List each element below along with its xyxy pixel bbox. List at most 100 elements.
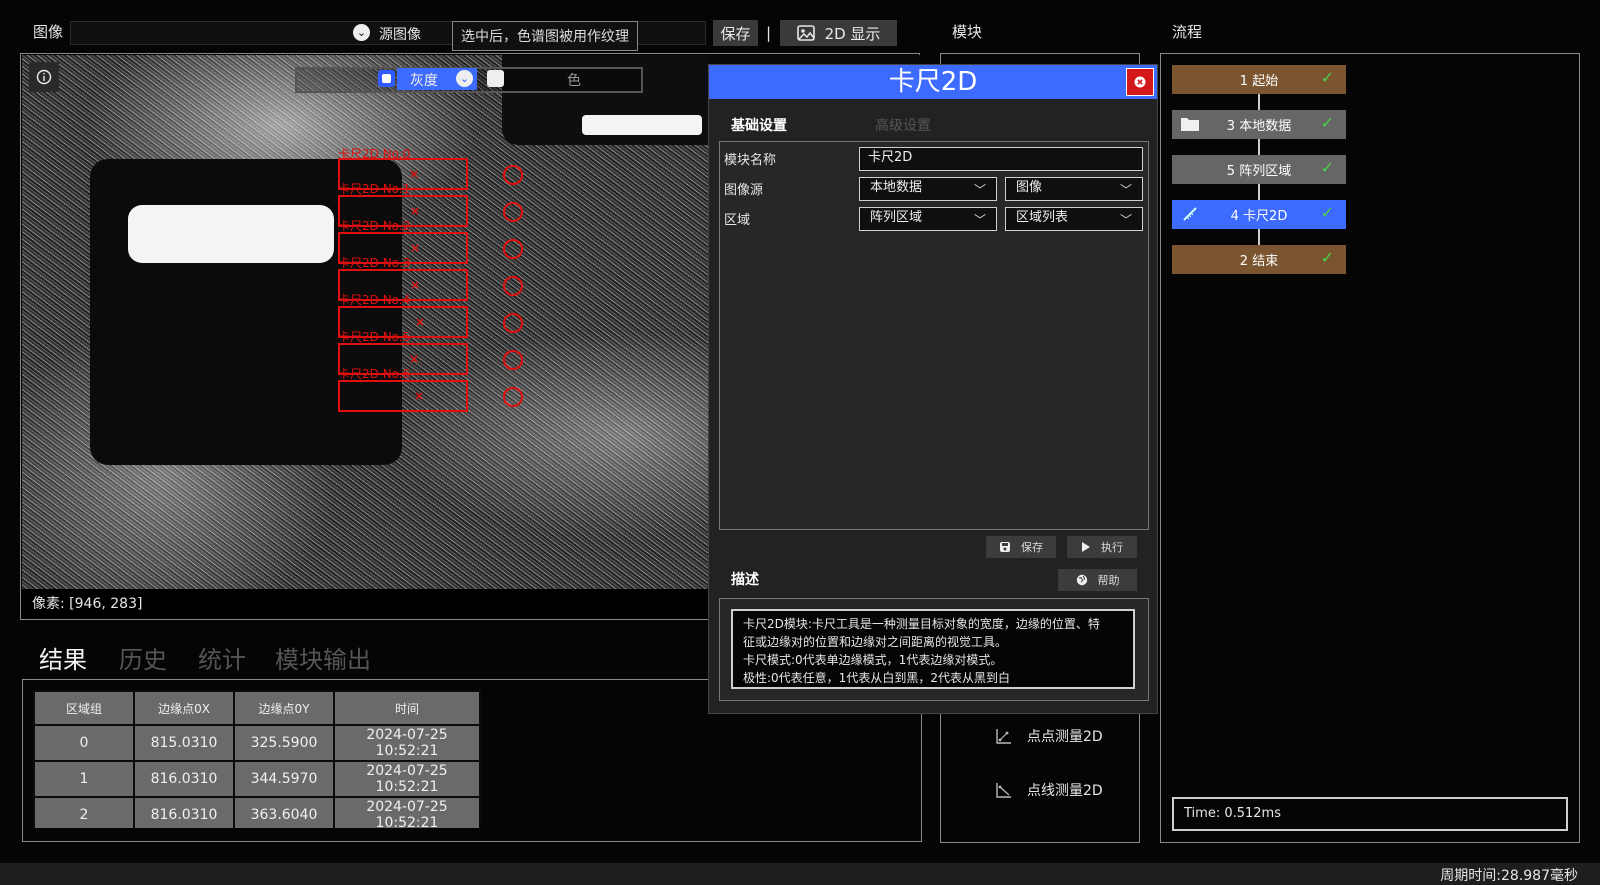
description-box[interactable]: 卡尺2D模块:卡尺工具是一种测量目标对象的宽度，边缘的位置、特 征或边缘对的位置…	[731, 609, 1135, 689]
chevron-down-icon[interactable]: ⌄	[353, 24, 370, 41]
color-label: 色	[567, 73, 581, 89]
status-bar	[0, 863, 1600, 885]
description-header: 描述	[731, 572, 759, 588]
roi-circle[interactable]	[503, 313, 523, 333]
image-source-output-select[interactable]: 图像 ﹀	[1005, 177, 1143, 201]
display-2d-label: 2D 显示	[824, 24, 881, 43]
image-source-output-value: 图像	[1016, 180, 1043, 195]
region-list-select[interactable]: 区域列表 ﹀	[1005, 207, 1143, 231]
dialog-title-bar[interactable]: 卡尺2D	[709, 65, 1157, 99]
help-label: 帮助	[1097, 574, 1120, 587]
description-line: 卡尺模式:0代表单边缘模式，1代表边缘对模式。	[743, 653, 1003, 667]
roi-circle[interactable]	[503, 350, 523, 370]
point-line-measure-icon	[996, 783, 1011, 798]
flow-header: 流程	[1172, 23, 1203, 41]
flow-connector	[1258, 94, 1260, 110]
flow-node-local-data[interactable]: 3 本地数据 ✓	[1172, 110, 1346, 139]
image-source-value: 本地数据	[870, 180, 923, 195]
close-button[interactable]	[1126, 68, 1154, 96]
bright-slot	[582, 115, 702, 135]
roi-label: 卡尺2D No.1	[338, 182, 411, 196]
display-2d-button[interactable]: 2D 显示	[780, 20, 897, 46]
module-list-item[interactable]: 点线测量2D	[995, 778, 1135, 802]
info-button[interactable]	[29, 62, 59, 92]
image-label: 图像	[33, 23, 64, 41]
table-cell: 816.0310	[133, 796, 235, 828]
tab-history[interactable]: 历史	[119, 640, 167, 675]
image-source-select[interactable]: 本地数据 ﹀	[859, 177, 997, 201]
flow-node-label: 2 结束	[1239, 254, 1279, 269]
tab-statistics[interactable]: 统计	[198, 640, 246, 675]
check-icon: ✓	[1320, 203, 1334, 222]
description-line: 极性:0代表任意，1代表从白到黑，2代表从黑到白	[743, 671, 1010, 685]
roi-label: 卡尺2D No.2	[338, 219, 411, 233]
column-header[interactable]: 区域组	[33, 690, 135, 726]
cycle-time: 周期时间:28.987毫秒	[1440, 868, 1578, 884]
flow-connector	[1258, 229, 1260, 245]
dialog-save-label: 保存	[1021, 541, 1043, 554]
column-header[interactable]: 时间	[333, 690, 481, 726]
region-label: 区域	[724, 213, 751, 228]
table-cell: 344.5970	[233, 760, 335, 798]
pixel-readout: 像素: [946, 283]	[32, 596, 143, 612]
flow-node-end[interactable]: 2 结束 ✓	[1172, 245, 1346, 274]
dialog-title: 卡尺2D	[888, 67, 978, 97]
table-row[interactable]: 1 816.0310 344.5970 2024-07-25 10:52:21	[33, 760, 481, 798]
table-cell: 325.5900	[233, 724, 335, 762]
save-icon	[1000, 542, 1010, 552]
image-source-label: 图像源	[724, 183, 764, 198]
table-cell: 815.0310	[133, 724, 235, 762]
check-icon: ✓	[1320, 158, 1334, 177]
module-name-label: 模块名称	[724, 153, 777, 168]
bright-pad	[128, 205, 334, 263]
flow-node-caliper-2d[interactable]: 4 卡尺2D ✓	[1172, 200, 1346, 229]
chevron-down-icon: ﹀	[973, 213, 986, 227]
roi-box[interactable]	[338, 380, 468, 412]
flow-node-label: 4 卡尺2D	[1230, 209, 1288, 224]
tab-module-output[interactable]: 模块输出	[275, 640, 371, 675]
edge-point-marker: ×	[410, 278, 421, 292]
picture-icon	[796, 25, 815, 41]
module-name-input[interactable]: 卡尺2D	[859, 147, 1143, 171]
globe-icon	[1076, 574, 1087, 586]
help-button[interactable]: 帮助	[1058, 569, 1137, 591]
play-icon	[1082, 542, 1090, 552]
roi-label: 卡尺2D No.5	[338, 330, 411, 344]
column-header[interactable]: 边缘点0Y	[233, 690, 335, 726]
edge-point-marker: ×	[409, 352, 420, 366]
column-header[interactable]: 边缘点0X	[133, 690, 235, 726]
roi-circle[interactable]	[503, 239, 523, 259]
edge-point-marker: ×	[409, 167, 420, 181]
table-cell: 2024-07-25 10:52:21	[333, 796, 481, 828]
roi-circle[interactable]	[503, 165, 523, 185]
module-list-label: 点线测量2D	[1027, 783, 1103, 799]
source-image-label: 源图像	[379, 27, 421, 43]
module-list-item[interactable]: 点点测量2D	[995, 724, 1135, 748]
tab-results[interactable]: 结果	[39, 640, 87, 675]
roi-circle[interactable]	[503, 276, 523, 296]
gray-checkbox[interactable]	[378, 70, 395, 87]
dialog-save-button[interactable]: 保存	[986, 536, 1056, 558]
chevron-down-icon[interactable]: ⌄	[456, 70, 473, 87]
color-checkbox[interactable]	[487, 70, 504, 87]
region-select[interactable]: 阵列区域 ﹀	[859, 207, 997, 231]
flow-node-array-region[interactable]: 5 阵列区域 ✓	[1172, 155, 1346, 184]
roi-circle[interactable]	[503, 387, 523, 407]
tab-advanced-settings[interactable]: 高级设置	[875, 115, 931, 135]
table-header-row: 区域组 边缘点0X 边缘点0Y 时间	[33, 690, 481, 726]
tab-basic-settings[interactable]: 基础设置	[731, 115, 787, 135]
save-button[interactable]: 保存	[713, 20, 758, 46]
flow-connector	[1258, 184, 1260, 200]
roi-circle[interactable]	[503, 202, 523, 222]
caliper-dialog: 卡尺2D 基础设置 高级设置 模块名称 卡尺2D 图像源 本地数据 ﹀ 图像 ﹀ 区…	[708, 64, 1158, 714]
flow-node-start[interactable]: 1 起始 ✓	[1172, 65, 1346, 94]
check-icon: ✓	[1320, 113, 1334, 132]
roi-label: 卡尺2D No.0	[338, 147, 411, 161]
execute-button[interactable]: 执行	[1067, 536, 1137, 558]
gray-label: 灰度	[410, 73, 438, 89]
flow-time-text: Time: 0.512ms	[1184, 806, 1281, 821]
table-row[interactable]: 2 816.0310 363.6040 2024-07-25 10:52:21	[33, 796, 481, 828]
caliper-icon	[1183, 207, 1197, 221]
roi-label: 卡尺2D No.4	[338, 293, 411, 307]
table-row[interactable]: 0 815.0310 325.5900 2024-07-25 10:52:21	[33, 724, 481, 762]
